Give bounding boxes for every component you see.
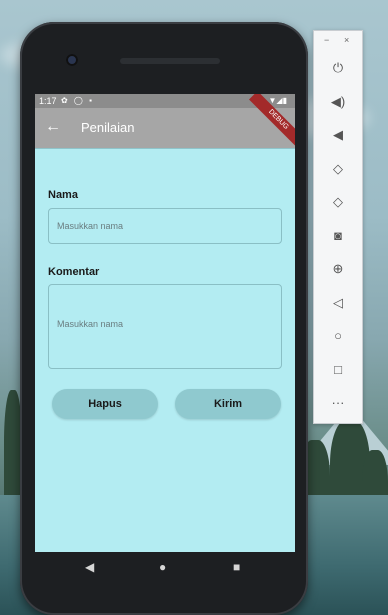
back-arrow-icon[interactable]: ← — [45, 117, 61, 137]
nav-back-icon[interactable]: ◀ — [85, 552, 94, 582]
rotate-right-icon[interactable]: ◇ — [314, 193, 362, 211]
page-title: Penilaian — [81, 120, 135, 135]
more-icon[interactable]: ··· — [314, 394, 362, 412]
phone-screen: 1:17 ✿ ◯ ▪ ▼◢▮ ← Penilaian DEBUG Nama Ko… — [35, 94, 295, 552]
home-icon[interactable]: ○ — [314, 327, 362, 345]
front-camera — [66, 54, 78, 66]
status-time: 1:17 — [39, 96, 57, 106]
minimize-icon[interactable]: − — [324, 35, 329, 45]
volume-down-icon[interactable]: ◀ — [314, 126, 362, 144]
app-bar-divider — [35, 148, 295, 149]
close-icon[interactable]: × — [344, 35, 349, 45]
name-input[interactable] — [48, 208, 282, 244]
earpiece-speaker — [120, 58, 220, 64]
camera-icon[interactable]: ◙ — [314, 227, 362, 245]
app-bar: ← Penilaian DEBUG — [35, 94, 295, 149]
submit-button[interactable]: Kirim — [175, 389, 281, 419]
comment-input[interactable] — [48, 284, 282, 369]
clear-button[interactable]: Hapus — [52, 389, 158, 419]
volume-up-icon[interactable]: ◀) — [314, 93, 362, 111]
overview-icon[interactable]: □ — [314, 361, 362, 379]
system-nav-bar: ◀ ● ■ — [35, 552, 295, 582]
nav-recents-icon[interactable]: ■ — [233, 552, 240, 582]
notification-icons: ✿ ◯ ▪ — [61, 96, 94, 105]
power-icon[interactable]: ⏻ — [314, 59, 362, 77]
name-label: Nama — [48, 189, 78, 201]
emulator-toolbar: − × ⏻ ◀) ◀ ◇ ◇ ◙ ⊕ ◁ ○ □ ··· — [313, 30, 363, 424]
comment-label: Komentar — [48, 266, 100, 278]
rotate-left-icon[interactable]: ◇ — [314, 160, 362, 178]
phone-frame: 1:17 ✿ ◯ ▪ ▼◢▮ ← Penilaian DEBUG Nama Ko… — [20, 22, 308, 615]
back-icon[interactable]: ◁ — [314, 294, 362, 312]
nav-home-icon[interactable]: ● — [159, 552, 166, 582]
zoom-icon[interactable]: ⊕ — [314, 260, 362, 278]
